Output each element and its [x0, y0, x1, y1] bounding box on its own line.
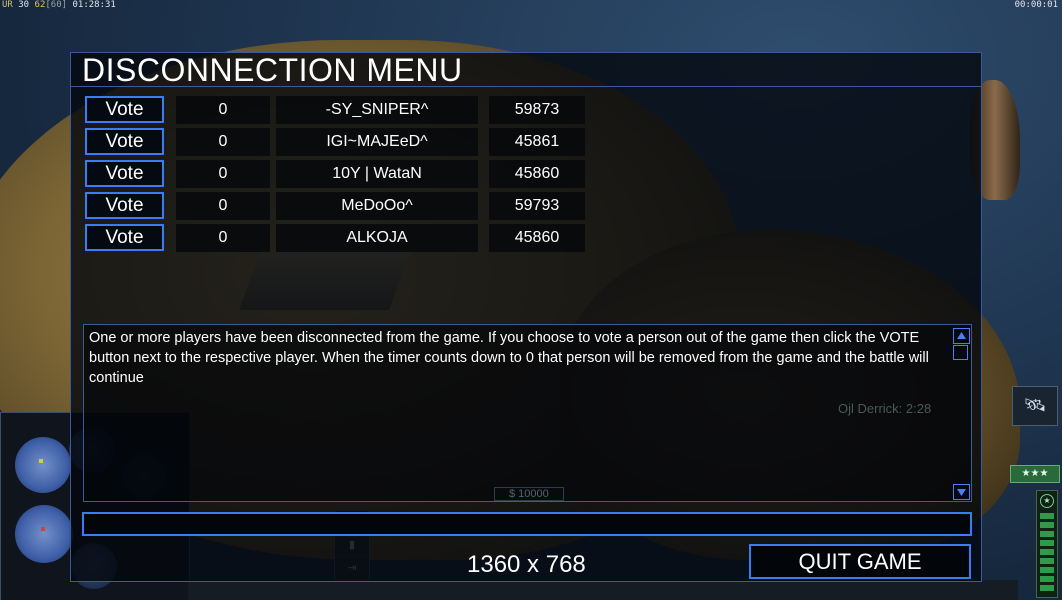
player-row: Vote 0 ALKOJA 45860 — [85, 223, 605, 255]
dialog-title: DISCONNECTION MENU — [82, 52, 463, 88]
player-row: Vote 0 MeDoOo^ 59793 — [85, 191, 605, 223]
power-segment — [1040, 585, 1054, 591]
vote-button[interactable]: Vote — [85, 128, 164, 155]
player-name: 10Y | WataN — [276, 160, 478, 188]
minimap-land — [15, 437, 71, 493]
hud-prefix: UR — [2, 0, 13, 10]
player-name: MeDoOo^ — [276, 192, 478, 220]
player-timer: 45861 — [489, 128, 585, 156]
player-timer: 45860 — [489, 224, 585, 252]
power-segment — [1040, 549, 1054, 555]
power-segment — [1040, 558, 1054, 564]
top-hud-bar: UR 30 62[60] 01:28:31 00:00:01 — [0, 0, 1062, 12]
player-list: Vote 0 -SY_SNIPER^ 59873 Vote 0 IGI~MAJE… — [85, 95, 605, 255]
disconnection-message: One or more players have been disconnect… — [89, 330, 929, 386]
vote-button[interactable]: Vote — [85, 192, 164, 219]
hud-value-a: 30 — [18, 0, 30, 10]
minimap-unit-marker — [39, 459, 43, 463]
vote-count: 0 — [176, 224, 270, 252]
power-segment — [1040, 522, 1054, 528]
power-segment — [1040, 540, 1054, 546]
hud-timer: 00:00:01 — [1014, 0, 1058, 10]
vote-button[interactable]: Vote — [85, 96, 164, 123]
scroll-up-button[interactable] — [953, 328, 970, 344]
message-scrollbar[interactable] — [953, 326, 970, 500]
satellite-icon[interactable]: 🛰 — [1012, 386, 1058, 426]
bottom-command-strip — [188, 580, 1018, 600]
vote-count: 0 — [176, 128, 270, 156]
player-name: -SY_SNIPER^ — [276, 96, 478, 124]
minimap-land — [15, 505, 73, 563]
vote-count: 0 — [176, 192, 270, 220]
power-bar: ★ — [1036, 490, 1058, 598]
arrow-down-icon — [957, 489, 966, 496]
player-name: ALKOJA — [276, 224, 478, 252]
vote-count: 0 — [176, 96, 270, 124]
power-segment — [1040, 513, 1054, 519]
hud-value-b: 62 — [34, 0, 46, 10]
rank-stars: ★★★ — [1010, 465, 1060, 483]
message-box: One or more players have been disconnect… — [83, 324, 972, 502]
power-segment — [1040, 576, 1054, 582]
power-segment — [1040, 567, 1054, 573]
resolution-label: 1360 x 768 — [467, 551, 586, 578]
hud-stats: UR 30 62[60] 01:28:31 — [2, 0, 116, 11]
power-icon: ★ — [1040, 494, 1054, 508]
player-name: IGI~MAJEeD^ — [276, 128, 478, 156]
quit-game-button[interactable]: QUIT GAME — [749, 544, 971, 579]
vote-count: 0 — [176, 160, 270, 188]
title-divider — [71, 86, 981, 87]
power-segment — [1040, 531, 1054, 537]
arrow-up-icon — [957, 332, 966, 339]
chat-input[interactable] — [82, 512, 972, 536]
background-money: $ 10000 — [494, 487, 564, 501]
background-chat-line: Ojl Derrick: 2:28 — [838, 401, 932, 416]
disconnection-dialog: DISCONNECTION MENU Vote 0 -SY_SNIPER^ 59… — [70, 52, 982, 582]
vote-button[interactable]: Vote — [85, 224, 164, 251]
hud-game-time: 01:28:31 — [72, 0, 116, 10]
hud-value-c: [60] — [45, 0, 68, 10]
scroll-down-button[interactable] — [953, 484, 970, 500]
player-row: Vote 0 IGI~MAJEeD^ 45861 — [85, 127, 605, 159]
player-timer: 59793 — [489, 192, 585, 220]
player-timer: 45860 — [489, 160, 585, 188]
minimap-unit-marker — [41, 527, 45, 531]
player-row: Vote 0 10Y | WataN 45860 — [85, 159, 605, 191]
scroll-thumb[interactable] — [953, 345, 968, 360]
player-row: Vote 0 -SY_SNIPER^ 59873 — [85, 95, 605, 127]
vote-button[interactable]: Vote — [85, 160, 164, 187]
player-timer: 59873 — [489, 96, 585, 124]
